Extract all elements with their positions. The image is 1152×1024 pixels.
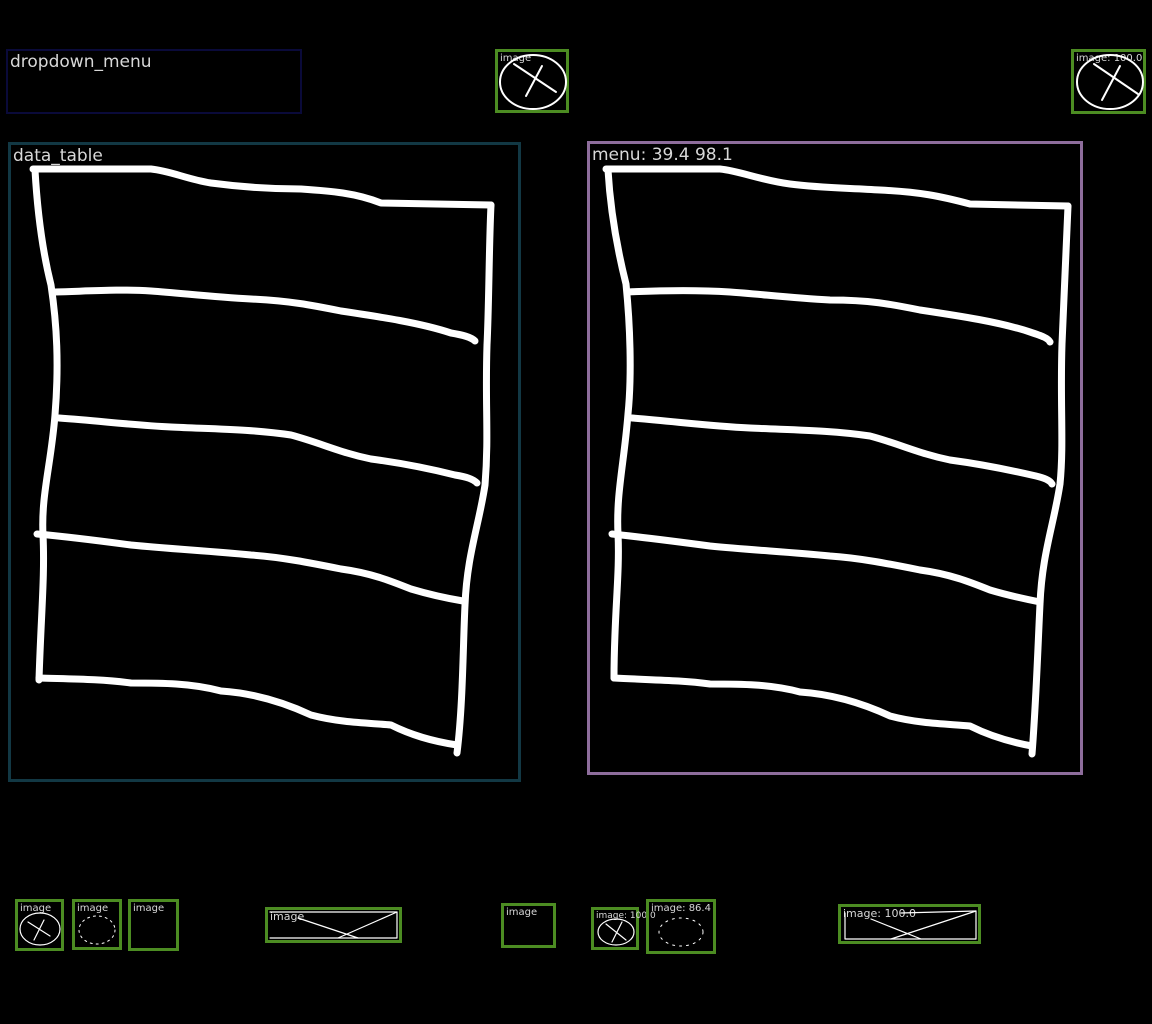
- image-placeholder-icon: [78, 915, 116, 945]
- image-bottom-6: image: 100.0: [591, 907, 656, 950]
- image-placeholder-icon: [269, 911, 398, 939]
- image-label: image: [506, 907, 538, 918]
- image-placeholder-icon: [658, 917, 704, 947]
- dropdown-menu[interactable]: dropdown_menu: [6, 49, 302, 114]
- image-bottom-2: image: [72, 899, 122, 950]
- dropdown-menu-label: dropdown_menu: [10, 52, 152, 72]
- image-bottom-7: image: 86.4: [646, 899, 716, 954]
- table-grid-sketch: [29, 165, 495, 757]
- image-placeholder-icon: [19, 912, 61, 946]
- image-bottom-4: image: [265, 907, 402, 943]
- menu-grid-sketch: [602, 165, 1072, 758]
- image-bottom-8: image: 100.0: [838, 904, 981, 944]
- image-top-right: image: 100.0: [1071, 49, 1146, 114]
- image-placeholder-icon: [499, 54, 567, 110]
- image-bottom-3: image: [128, 899, 179, 951]
- menu[interactable]: menu: 39.4 98.1: [587, 141, 1083, 775]
- image-bottom-1: image: [15, 899, 64, 951]
- image-placeholder-icon: [844, 910, 977, 940]
- image-top-center: image: [495, 49, 569, 113]
- image-placeholder-icon: [597, 918, 635, 946]
- data-table: data_table: [8, 142, 521, 782]
- image-label: image: [133, 903, 165, 914]
- image-placeholder-icon: [1076, 54, 1144, 110]
- image-bottom-5: image: [501, 903, 556, 948]
